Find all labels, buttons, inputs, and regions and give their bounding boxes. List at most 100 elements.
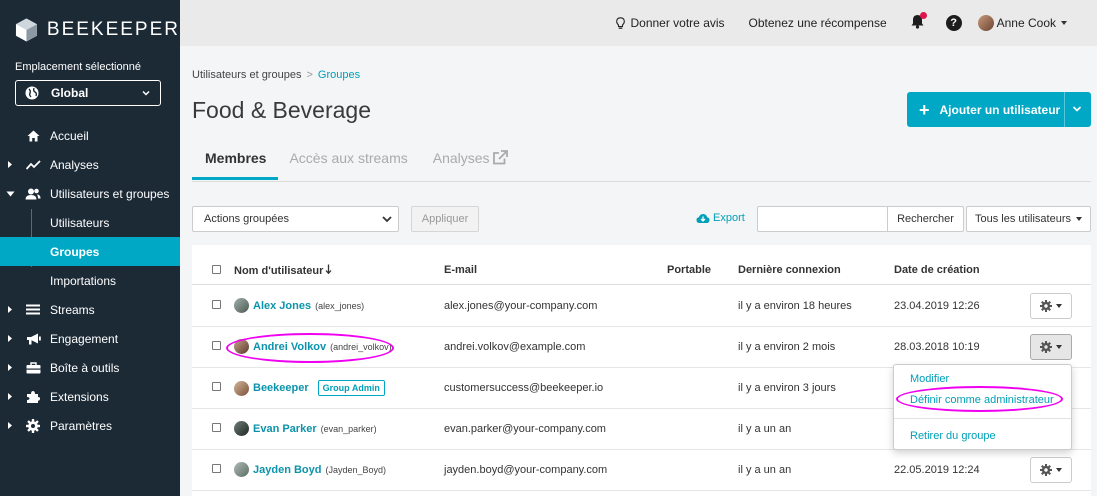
avatar	[234, 380, 249, 396]
megaphone-icon	[25, 332, 41, 346]
row-actions-menu: Modifier Définir comme administrateur Re…	[893, 364, 1072, 450]
user-name-link[interactable]: Evan Parker	[253, 423, 317, 435]
bulk-actions-select[interactable]: Actions groupées	[192, 206, 399, 232]
row-actions-button[interactable]	[1030, 293, 1072, 319]
column-header-email[interactable]: E-mail	[444, 264, 477, 276]
column-header-username[interactable]: Nom d'utilisateur	[234, 264, 332, 277]
row-checkbox[interactable]	[212, 464, 221, 473]
location-value: Global	[51, 86, 89, 100]
user-name-link[interactable]: Jayden Boyd	[253, 464, 321, 476]
sidebar-item-groups[interactable]: Groupes	[0, 237, 180, 266]
avatar	[234, 298, 249, 313]
caret-down-icon	[1056, 345, 1062, 349]
sidebar-item-label: Extensions	[50, 389, 109, 404]
avatar	[234, 421, 249, 436]
row-checkbox[interactable]	[212, 300, 221, 309]
export-button[interactable]: Export	[696, 212, 745, 224]
user-cell: Alex Jones (alex_jones)	[234, 298, 364, 313]
tab-label: Analyses	[432, 150, 490, 166]
tab-members[interactable]: Membres	[192, 150, 279, 180]
reward-link[interactable]: Obtenez une récompense	[749, 16, 887, 30]
user-cell: Beekeeper Group Admin	[234, 380, 385, 396]
add-user-button[interactable]: + Ajouter un utilisateur	[907, 92, 1091, 127]
column-header-mobile[interactable]: Portable	[667, 264, 711, 276]
last-login-cell: il y a environ 3 jours	[738, 382, 836, 394]
breadcrumb-separator: >	[306, 69, 313, 81]
row-checkbox[interactable]	[212, 382, 221, 391]
help-icon[interactable]: ?	[945, 15, 962, 31]
group-admin-badge: Group Admin	[317, 380, 385, 396]
user-menu[interactable]: Anne Cook	[977, 15, 1067, 31]
breadcrumb-parent[interactable]: Utilisateurs et groupes	[192, 69, 301, 81]
sidebar-item-analytics[interactable]: Analyses	[0, 150, 180, 179]
sidebar-item-settings[interactable]: Paramètres	[0, 411, 180, 440]
breadcrumb-current[interactable]: Groupes	[318, 69, 360, 81]
sidebar-item-label: Importations	[50, 273, 117, 288]
sidebar-item-engagement[interactable]: Engagement	[0, 324, 180, 353]
tabs-divider	[192, 181, 1091, 182]
export-label: Export	[713, 212, 745, 224]
row-actions-button[interactable]	[1030, 334, 1072, 360]
sidebar-item-users-groups[interactable]: Utilisateurs et groupes	[0, 179, 180, 208]
select-all-checkbox[interactable]	[212, 265, 221, 274]
logo[interactable]: BEEKEEPER	[0, 0, 180, 60]
reward-label: Obtenez une récompense	[748, 16, 887, 30]
menu-item-edit[interactable]: Modifier	[910, 373, 949, 385]
gear-icon	[1040, 341, 1052, 353]
sort-down-icon	[325, 264, 332, 275]
sidebar-item-home[interactable]: Accueil	[0, 121, 180, 150]
sidebar-nav: Accueil Analyses Utilisateurs et groupes…	[0, 121, 180, 440]
search-input[interactable]	[757, 206, 888, 232]
sidebar-item-extensions[interactable]: Extensions	[0, 382, 180, 411]
user-cell: Evan Parker (evan_parker)	[234, 421, 377, 436]
last-login-cell: il y a un an	[738, 464, 792, 476]
page-title: Food & Beverage	[192, 97, 372, 123]
last-login-cell: il y a environ 2 mois	[738, 341, 836, 353]
sidebar-item-streams[interactable]: Streams	[0, 295, 180, 324]
location-select[interactable]: Global	[15, 80, 161, 106]
menu-item-remove-from-group[interactable]: Retirer du groupe	[910, 430, 996, 442]
caret-right-icon	[8, 422, 12, 429]
row-checkbox[interactable]	[212, 341, 221, 350]
notifications-button[interactable]	[911, 12, 927, 32]
avatar	[234, 339, 249, 354]
avatar	[234, 462, 249, 477]
add-user-label: Ajouter un utilisateur	[939, 102, 1061, 117]
tab-stream-access[interactable]: Accès aux streams	[278, 150, 419, 180]
sidebar-item-label: Utilisateurs et groupes	[50, 186, 170, 201]
puzzle-icon	[25, 390, 41, 404]
user-name-link[interactable]: Beekeeper	[253, 382, 309, 394]
button-divider	[1064, 92, 1065, 127]
chevron-down-icon[interactable]	[1072, 105, 1082, 113]
sidebar-item-label: Utilisateurs	[50, 215, 110, 230]
topbar: Donner votre avis Obtenez une récompense…	[180, 0, 1097, 46]
breadcrumb: Utilisateurs et groupes > Groupes	[192, 69, 360, 81]
caret-right-icon	[8, 161, 12, 168]
caret-down-icon	[1061, 21, 1067, 25]
user-filter-dropdown[interactable]: Tous les utilisateurs	[966, 206, 1091, 232]
bulk-actions-value: Actions groupées	[204, 213, 289, 225]
row-checkbox[interactable]	[212, 423, 221, 432]
tab-analytics[interactable]: Analyses	[420, 150, 520, 180]
user-name-link[interactable]: Andrei Volkov	[253, 341, 326, 353]
column-header-last-login[interactable]: Dernière connexion	[738, 264, 841, 276]
sidebar-item-users[interactable]: Utilisateurs	[0, 208, 180, 237]
email-cell: andrei.volkov@example.com	[444, 341, 586, 353]
sidebar-item-toolbox[interactable]: Boîte à outils	[0, 353, 180, 382]
sidebar-item-label: Engagement	[50, 331, 119, 346]
table-row: Andrei Volkov (andrei_volkov) andrei.vol…	[192, 327, 1091, 368]
column-header-created[interactable]: Date de création	[894, 264, 980, 276]
user-name: Anne Cook	[996, 16, 1056, 30]
sidebar-item-imports[interactable]: Importations	[0, 266, 180, 295]
sidebar-item-label: Streams	[50, 302, 95, 317]
user-name-link[interactable]: Alex Jones	[253, 300, 311, 312]
menu-item-make-admin[interactable]: Définir comme administrateur	[910, 394, 1054, 406]
apply-button[interactable]: Appliquer	[411, 206, 479, 232]
caret-right-icon	[8, 393, 12, 400]
plus-icon: +	[919, 99, 930, 120]
row-actions-button[interactable]	[1030, 457, 1072, 483]
user-handle: (alex_jones)	[315, 300, 365, 311]
feedback-link[interactable]: Donner votre avis	[616, 16, 725, 30]
search-button[interactable]: Rechercher	[887, 206, 964, 232]
caret-down-icon	[1056, 304, 1062, 308]
